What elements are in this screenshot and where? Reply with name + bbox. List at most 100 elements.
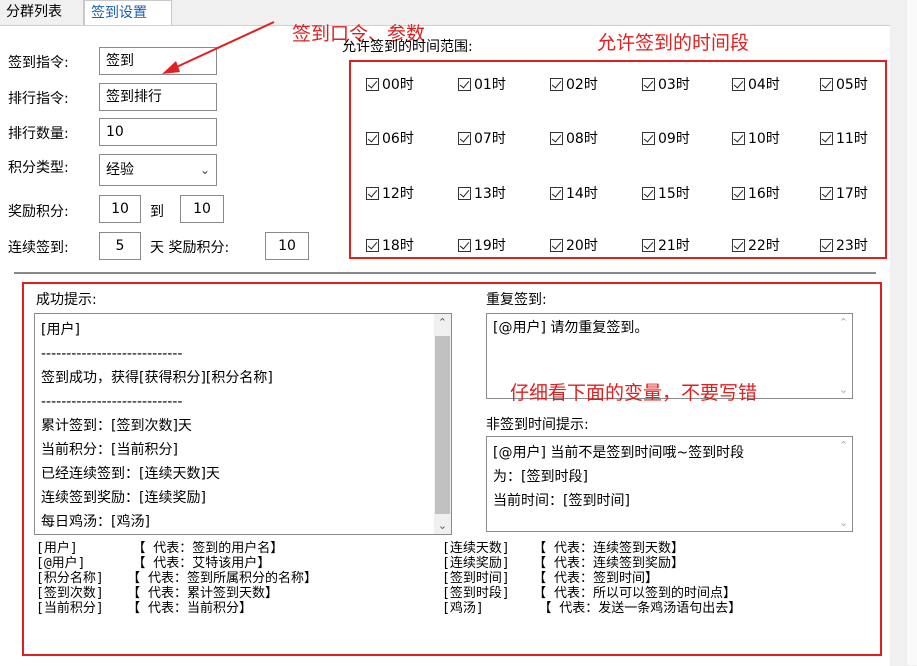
- success-scrollbar[interactable]: ⌃ ⌄: [434, 314, 451, 534]
- hour-checkbox[interactable]: 21时: [642, 235, 690, 255]
- hour-checkbox[interactable]: 19时: [458, 235, 506, 255]
- hour-checkbox-label: 05时: [836, 77, 868, 93]
- hour-checkbox-label: 10时: [748, 131, 780, 147]
- checkbox-checked-icon[interactable]: [550, 186, 563, 200]
- checkbox-checked-icon[interactable]: [820, 131, 833, 145]
- hour-checkbox-label: 07时: [474, 131, 506, 147]
- hour-checkbox[interactable]: 11时: [820, 128, 868, 148]
- points-type-value: 经验: [106, 162, 134, 178]
- repeat-scrollbar[interactable]: ⌃ ⌄: [835, 314, 852, 398]
- hour-checkbox[interactable]: 03时: [642, 74, 690, 94]
- annotation-time-note: 允许签到的时间段: [597, 32, 750, 54]
- tab-group-list[interactable]: 分群列表: [0, 0, 84, 26]
- hour-checkbox[interactable]: 12时: [366, 183, 414, 203]
- hour-checkbox[interactable]: 16时: [732, 183, 780, 203]
- rank-count-input[interactable]: 10: [99, 118, 217, 146]
- hour-checkbox-label: 11时: [836, 131, 868, 147]
- checkbox-checked-icon[interactable]: [458, 77, 471, 91]
- hour-checkbox[interactable]: 22时: [732, 235, 780, 255]
- success-line: ----------------------------: [41, 394, 183, 410]
- hour-checkbox[interactable]: 02时: [550, 74, 598, 94]
- hour-checkbox-label: 17时: [836, 186, 868, 202]
- hour-checkbox[interactable]: 04时: [732, 74, 780, 94]
- checkbox-checked-icon[interactable]: [366, 186, 379, 200]
- checkbox-checked-icon[interactable]: [642, 238, 655, 252]
- checkbox-checked-icon[interactable]: [732, 131, 745, 145]
- nontime-message-textarea[interactable]: [@用户] 当前不是签到时间哦~签到时段 为：[签到时段] 当前时间：[签到时间…: [486, 436, 853, 532]
- checkbox-checked-icon[interactable]: [820, 77, 833, 91]
- checkbox-checked-icon[interactable]: [732, 186, 745, 200]
- variable-row: [连续天数] 【 代表：连续签到天数】: [442, 541, 684, 556]
- checkbox-checked-icon[interactable]: [820, 186, 833, 200]
- checkbox-checked-icon[interactable]: [642, 131, 655, 145]
- success-line: 累计签到：[签到次数]天: [41, 418, 192, 434]
- scroll-up-icon[interactable]: ⌃: [434, 316, 451, 329]
- checkbox-checked-icon[interactable]: [458, 131, 471, 145]
- checkbox-checked-icon[interactable]: [458, 186, 471, 200]
- scroll-up-icon[interactable]: ⌃: [835, 316, 852, 329]
- success-message-textarea[interactable]: [用户] ---------------------------- 签到成功，获…: [34, 313, 452, 535]
- hour-checkbox-label: 00时: [382, 77, 414, 93]
- hour-checkbox[interactable]: 15时: [642, 183, 690, 203]
- checkbox-checked-icon[interactable]: [366, 131, 379, 145]
- checkbox-checked-icon[interactable]: [550, 238, 563, 252]
- hour-checkbox[interactable]: 06时: [366, 128, 414, 148]
- rank-count-label: 排行数量:: [8, 126, 69, 142]
- scroll-up-icon[interactable]: ⌃: [835, 439, 852, 452]
- scroll-thumb[interactable]: [435, 336, 450, 514]
- hour-checkbox-label: 13时: [474, 186, 506, 202]
- nontime-line: 当前时间：[签到时间]: [493, 493, 630, 509]
- hour-checkbox[interactable]: 01时: [458, 74, 506, 94]
- rank-cmd-input[interactable]: 签到排行: [99, 83, 217, 111]
- hour-checkbox[interactable]: 07时: [458, 128, 506, 148]
- success-line: 已经连续签到：[连续天数]天: [41, 466, 220, 482]
- success-line: 每日鸡汤：[鸡汤]: [41, 514, 150, 530]
- hour-checkbox[interactable]: 23时: [820, 235, 868, 255]
- hour-checkbox[interactable]: 18时: [366, 235, 414, 255]
- checkbox-checked-icon[interactable]: [550, 77, 563, 91]
- success-label: 成功提示:: [36, 292, 97, 308]
- streak-days-input[interactable]: 5: [99, 232, 141, 260]
- time-range-title: 允许签到的时间范围:: [342, 39, 473, 55]
- checkbox-checked-icon[interactable]: [642, 186, 655, 200]
- hour-checkbox[interactable]: 20时: [550, 235, 598, 255]
- success-line: 签到成功，获得[获得积分][积分名称]: [41, 370, 273, 386]
- variable-row: [连续奖励] 【 代表：连续签到奖励】: [442, 556, 684, 571]
- rank-cmd-label: 排行指令:: [8, 91, 69, 107]
- hour-checkbox[interactable]: 14时: [550, 183, 598, 203]
- section-divider: [14, 272, 876, 274]
- checkbox-checked-icon[interactable]: [366, 238, 379, 252]
- scroll-down-icon[interactable]: ⌄: [835, 383, 852, 396]
- checkbox-checked-icon[interactable]: [732, 77, 745, 91]
- checkbox-checked-icon[interactable]: [366, 77, 379, 91]
- checkbox-checked-icon[interactable]: [732, 238, 745, 252]
- hour-checkbox[interactable]: 00时: [366, 74, 414, 94]
- success-line: 当前积分：[当前积分]: [41, 442, 178, 458]
- nontime-line: [@用户] 当前不是签到时间哦~签到时段: [493, 445, 745, 461]
- hour-checkbox[interactable]: 10时: [732, 128, 780, 148]
- streak-label: 连续签到:: [8, 240, 69, 256]
- scroll-down-icon[interactable]: ⌄: [835, 516, 852, 529]
- checkbox-checked-icon[interactable]: [550, 131, 563, 145]
- reward-min-input[interactable]: 10: [99, 195, 141, 223]
- hour-checkbox[interactable]: 09时: [642, 128, 690, 148]
- checkbox-checked-icon[interactable]: [820, 238, 833, 252]
- hour-checkbox[interactable]: 05时: [820, 74, 868, 94]
- checkbox-checked-icon[interactable]: [642, 77, 655, 91]
- nontime-scrollbar[interactable]: ⌃ ⌄: [835, 437, 852, 531]
- hour-checkbox-label: 18时: [382, 238, 414, 254]
- points-type-select[interactable]: 经验 ⌄: [99, 154, 217, 186]
- variable-row: [签到时段] 【 代表：所以可以签到的时间点】: [442, 586, 736, 601]
- reward-max-input[interactable]: 10: [180, 195, 224, 223]
- repeat-label: 重复签到:: [486, 292, 547, 308]
- hour-checkbox[interactable]: 08时: [550, 128, 598, 148]
- checkbox-checked-icon[interactable]: [458, 238, 471, 252]
- annotation-var-note: 仔细看下面的变量，不要写错: [510, 382, 758, 404]
- hour-checkbox[interactable]: 13时: [458, 183, 506, 203]
- hour-checkbox-label: 22时: [748, 238, 780, 254]
- variable-row: [@用户] 【 代表：艾特该用户】: [36, 556, 271, 571]
- streak-reward-input[interactable]: 10: [265, 232, 309, 260]
- scroll-down-icon[interactable]: ⌄: [434, 519, 451, 532]
- time-range-highlight: [349, 60, 887, 259]
- hour-checkbox[interactable]: 17时: [820, 183, 868, 203]
